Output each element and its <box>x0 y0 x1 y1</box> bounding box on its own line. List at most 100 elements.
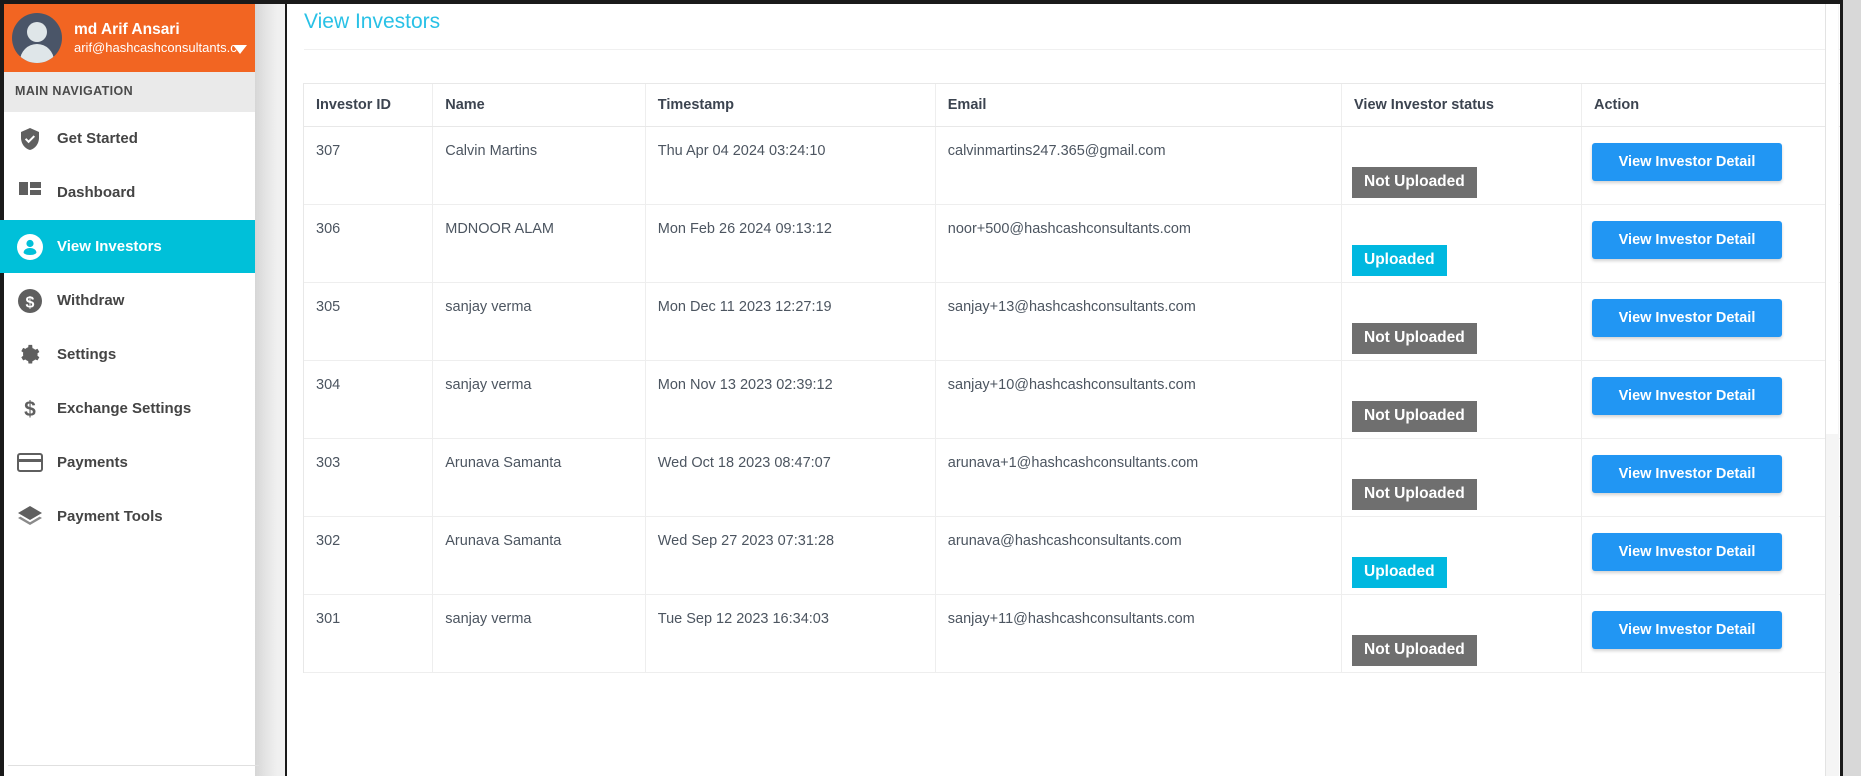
sidebar-edge-gradient <box>255 4 285 780</box>
table-row: 307 Calvin Martins Thu Apr 04 2024 03:24… <box>304 126 1844 205</box>
sidebar-item-label: Settings <box>57 346 117 363</box>
view-investor-detail-button[interactable]: View Investor Detail <box>1592 221 1782 259</box>
cell-email: arunava+1@hashcashconsultants.com <box>935 438 1343 517</box>
cell-action: View Investor Detail <box>1581 594 1844 673</box>
cell-email: arunava@hashcashconsultants.com <box>935 516 1343 595</box>
investors-table-container: Investor ID Name Timestamp Email View In… <box>303 83 1845 673</box>
cell-action: View Investor Detail <box>1581 360 1844 439</box>
sidebar-item-payment-tools[interactable]: Payment Tools <box>4 490 255 544</box>
user-circle-icon <box>15 233 45 260</box>
cell-action: View Investor Detail <box>1581 282 1844 361</box>
sidebar-item-label: Withdraw <box>57 292 125 309</box>
view-investor-detail-button[interactable]: View Investor Detail <box>1592 143 1782 181</box>
window-scrollbar-track[interactable] <box>1843 0 1861 780</box>
gear-icon <box>15 343 45 367</box>
app-viewport: md Arif Ansari arif@hashcashconsultants.… <box>0 0 1861 780</box>
cell-investor-id: 304 <box>304 360 434 439</box>
cell-email: calvinmartins247.365@gmail.com <box>935 126 1343 205</box>
sidebar-item-label: Payments <box>57 454 128 471</box>
cell-status: Not Uploaded <box>1341 438 1582 517</box>
cell-action: View Investor Detail <box>1581 204 1844 283</box>
cell-timestamp: Wed Sep 27 2023 07:31:28 <box>645 516 936 595</box>
sidebar-item-label: Dashboard <box>57 184 136 201</box>
cell-timestamp: Wed Oct 18 2023 08:47:07 <box>645 438 936 517</box>
sidebar-item-view-investors[interactable]: View Investors <box>0 220 255 274</box>
sidebar-item-get-started[interactable]: Get Started <box>4 112 255 166</box>
table-head: Investor ID Name Timestamp Email View In… <box>304 84 1844 127</box>
sidebar-item-payments[interactable]: Payments <box>4 436 255 490</box>
view-investor-detail-button[interactable]: View Investor Detail <box>1592 299 1782 337</box>
cell-timestamp: Mon Dec 11 2023 12:27:19 <box>645 282 936 361</box>
caret-down-icon[interactable] <box>233 45 247 54</box>
cell-action: View Investor Detail <box>1581 126 1844 205</box>
cell-name: sanjay verma <box>432 360 646 439</box>
cell-investor-id: 301 <box>304 594 434 673</box>
dashboard-grid-icon <box>15 181 45 204</box>
column-header-view-investor-status: View Investor status <box>1341 84 1582 127</box>
table-row: 302 Arunava Samanta Wed Sep 27 2023 07:3… <box>304 516 1844 595</box>
table-row: 303 Arunava Samanta Wed Oct 18 2023 08:4… <box>304 438 1844 517</box>
cell-timestamp: Mon Feb 26 2024 09:13:12 <box>645 204 936 283</box>
sidebar-item-dashboard[interactable]: Dashboard <box>4 166 255 220</box>
cell-email: sanjay+11@hashcashconsultants.com <box>935 594 1343 673</box>
sidebar-item-label: Exchange Settings <box>57 400 192 417</box>
status-badge: Uploaded <box>1352 245 1447 276</box>
layers-icon <box>15 505 45 529</box>
content-scrollbar-thumb[interactable] <box>1826 4 1838 434</box>
cell-action: View Investor Detail <box>1581 516 1844 595</box>
view-investor-detail-button[interactable]: View Investor Detail <box>1592 455 1782 493</box>
user-email: arif@hashcashconsultants.c <box>74 39 237 55</box>
status-badge: Not Uploaded <box>1352 167 1477 198</box>
view-investor-detail-button[interactable]: View Investor Detail <box>1592 611 1782 649</box>
cell-status: Not Uploaded <box>1341 126 1582 205</box>
cell-investor-id: 303 <box>304 438 434 517</box>
status-badge: Not Uploaded <box>1352 479 1477 510</box>
sidebar-user-panel[interactable]: md Arif Ansari arif@hashcashconsultants.… <box>4 4 255 72</box>
user-name: md Arif Ansari <box>74 21 180 39</box>
column-header-action: Action <box>1581 84 1844 127</box>
cell-status: Not Uploaded <box>1341 282 1582 361</box>
sidebar: md Arif Ansari arif@hashcashconsultants.… <box>0 4 259 780</box>
sidebar-item-settings[interactable]: Settings <box>4 328 255 382</box>
cell-status: Uploaded <box>1341 204 1582 283</box>
page-title: View Investors <box>304 10 441 33</box>
cell-status: Not Uploaded <box>1341 360 1582 439</box>
dollar-sign-icon: $ <box>15 397 45 421</box>
status-badge: Not Uploaded <box>1352 635 1477 666</box>
column-header-email: Email <box>935 84 1343 127</box>
sidebar-item-exchange-settings[interactable]: $ Exchange Settings <box>4 382 255 436</box>
cell-name: sanjay verma <box>432 594 646 673</box>
cell-status: Not Uploaded <box>1341 594 1582 673</box>
table-header-row: Investor ID Name Timestamp Email View In… <box>304 84 1844 127</box>
sidebar-item-withdraw[interactable]: $ Withdraw <box>4 274 255 328</box>
sidebar-item-label: Payment Tools <box>57 508 163 525</box>
content-left-divider <box>285 4 287 780</box>
column-header-timestamp: Timestamp <box>645 84 936 127</box>
table-row: 305 sanjay verma Mon Dec 11 2023 12:27:1… <box>304 282 1844 361</box>
svg-text:$: $ <box>26 294 35 311</box>
cell-timestamp: Tue Sep 12 2023 16:34:03 <box>645 594 936 673</box>
status-badge: Not Uploaded <box>1352 323 1477 354</box>
main-navigation-header: MAIN NAVIGATION <box>4 72 255 112</box>
cell-action: View Investor Detail <box>1581 438 1844 517</box>
svg-text:$: $ <box>24 398 36 421</box>
cell-email: sanjay+10@hashcashconsultants.com <box>935 360 1343 439</box>
title-divider <box>304 49 1844 50</box>
column-header-investor-id: Investor ID <box>304 84 434 127</box>
cell-timestamp: Thu Apr 04 2024 03:24:10 <box>645 126 936 205</box>
cell-investor-id: 302 <box>304 516 434 595</box>
credit-card-icon <box>15 452 45 473</box>
sidebar-nav-list: Get Started Dashboard View Investors $ W… <box>0 112 255 544</box>
table-row: 304 sanjay verma Mon Nov 13 2023 02:39:1… <box>304 360 1844 439</box>
view-investor-detail-button[interactable]: View Investor Detail <box>1592 533 1782 571</box>
cell-name: Calvin Martins <box>432 126 646 205</box>
cell-email: noor+500@hashcashconsultants.com <box>935 204 1343 283</box>
cell-name: Arunava Samanta <box>432 438 646 517</box>
table-row: 301 sanjay verma Tue Sep 12 2023 16:34:0… <box>304 594 1844 673</box>
view-investor-detail-button[interactable]: View Investor Detail <box>1592 377 1782 415</box>
cell-name: Arunava Samanta <box>432 516 646 595</box>
cell-investor-id: 306 <box>304 204 434 283</box>
cell-timestamp: Mon Nov 13 2023 02:39:12 <box>645 360 936 439</box>
sidebar-bottom-rule <box>8 765 259 766</box>
dollar-circle-icon: $ <box>15 288 45 314</box>
